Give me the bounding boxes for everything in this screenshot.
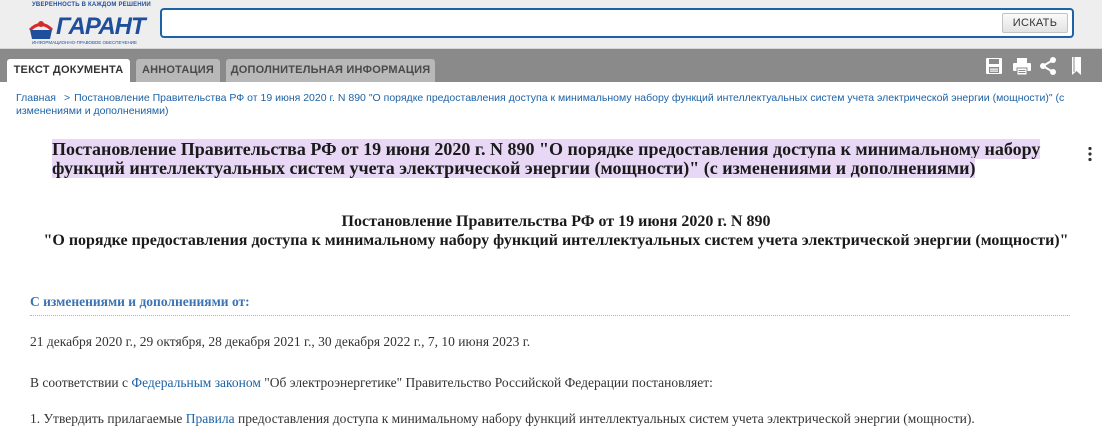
share-icon[interactable] [1038,56,1058,76]
tab-annotation[interactable]: АННОТАЦИЯ [136,59,220,82]
search-button[interactable]: ИСКАТЬ [1002,13,1068,33]
logo-tagline: УВЕРЕННОСТЬ В КАЖДОМ РЕШЕНИИ [32,2,151,8]
item-1-prefix: 1. Утвердить прилагаемые [30,411,186,426]
basis-suffix: "Об электроэнергетике" Правительство Рос… [260,375,713,390]
changes-divider [30,315,1070,316]
logo-mark-icon [28,21,54,39]
document-title-text: Постановление Правительства РФ от 19 июн… [52,139,1041,178]
document-heading-line1: Постановление Правительства РФ от 19 июн… [341,213,771,230]
item-1-paragraph: 1. Утвердить прилагаемые Правила предост… [30,411,1090,427]
save-icon[interactable] [984,56,1004,76]
logo-wordmark: ГАРАНТ [56,13,146,40]
item-1-suffix: предоставления доступа к минимальному на… [234,411,975,426]
breadcrumb-current-link[interactable]: Постановление Правительства РФ от 19 июн… [16,92,1064,117]
tab-document-text[interactable]: ТЕКСТ ДОКУМЕНТА [7,59,130,82]
document-heading: Постановление Правительства РФ от 19 июн… [22,212,1090,250]
rules-link[interactable]: Правила [186,411,235,426]
print-icon[interactable] [1012,56,1032,76]
change-dates: 21 декабря 2020 г., 29 октября, 28 декаб… [30,334,531,349]
search-input[interactable] [166,12,1000,36]
document-title: Постановление Правительства РФ от 19 июн… [52,139,1072,178]
garant-logo[interactable]: УВЕРЕННОСТЬ В КАЖДОМ РЕШЕНИИ ГАРАНТ ИНФО… [14,2,151,46]
document-tab-bar: ТЕКСТ ДОКУМЕНТА АННОТАЦИЯ ДОПОЛНИТЕЛЬНАЯ… [0,49,1102,82]
more-options-icon[interactable] [1085,146,1095,162]
breadcrumb: Главная > Постановление Правительства РФ о… [16,92,1088,118]
logo-subtitle: ИНФОРМАЦИОННО-ПРАВОВОЕ ОБЕСПЕЧЕНИЕ [32,40,137,45]
basis-paragraph: В соответствии с Федеральным законом "Об… [30,375,1090,391]
basis-prefix: В соответствии с [30,375,132,390]
tab-additional-info[interactable]: ДОПОЛНИТЕЛЬНАЯ ИНФОРМАЦИЯ [226,59,435,82]
search-box: ИСКАТЬ [160,8,1074,38]
breadcrumb-home-link[interactable]: Главная [16,92,56,104]
document-heading-line2: "О порядке предоставления доступа к мини… [43,232,1069,249]
breadcrumb-separator: > [63,92,71,104]
document-toolbar [984,56,1094,76]
federal-law-link[interactable]: Федеральным законом [131,375,261,390]
changes-label[interactable]: С изменениями и дополнениями от: [30,294,250,310]
bookmark-icon[interactable] [1066,56,1086,76]
top-header: УВЕРЕННОСТЬ В КАЖДОМ РЕШЕНИИ ГАРАНТ ИНФО… [0,0,1102,49]
